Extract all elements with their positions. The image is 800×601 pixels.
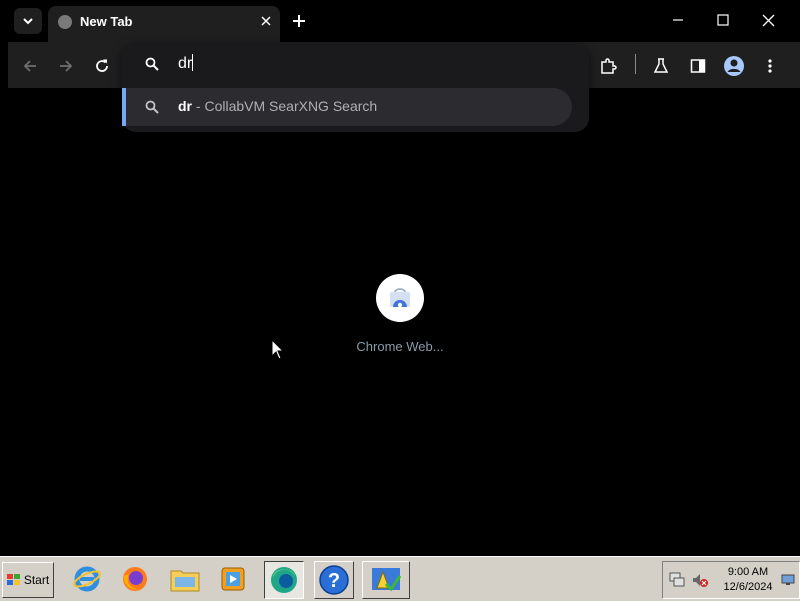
browser-window: New Tab dr dr - CollabVM SearXNG Search … xyxy=(0,0,800,556)
more-vert-icon xyxy=(768,59,772,73)
globe-icon xyxy=(58,15,72,29)
menu-button[interactable] xyxy=(756,52,784,80)
chrome-web-store-icon xyxy=(390,288,410,308)
quick-launch-file-explorer[interactable] xyxy=(166,561,204,597)
side-panel-icon xyxy=(690,59,706,73)
forward-button[interactable] xyxy=(52,52,80,80)
edge-icon xyxy=(271,567,297,593)
shortcut-tile[interactable]: Chrome Web... xyxy=(350,274,450,358)
start-button[interactable]: Start xyxy=(2,562,54,598)
puzzle-icon xyxy=(601,58,617,74)
reload-icon xyxy=(96,59,108,72)
internet-explorer-icon xyxy=(73,566,101,592)
firefox-icon xyxy=(123,567,147,591)
reload-button[interactable] xyxy=(88,52,116,80)
extensions-button[interactable] xyxy=(594,52,622,80)
network-icon[interactable] xyxy=(669,572,687,588)
display-icon[interactable] xyxy=(781,574,795,586)
taskbar: Start ? 9:00 AM 12/6/2024 xyxy=(0,556,800,601)
clock-time: 9:00 AM xyxy=(727,566,769,578)
profile-button[interactable] xyxy=(720,52,748,80)
minimize-button[interactable] xyxy=(656,6,700,34)
shortcut-label: Chrome Web... xyxy=(356,339,444,354)
suggestion-separator: - xyxy=(192,98,205,114)
taskbar-chrome-window[interactable] xyxy=(264,561,304,599)
omnibox-value: dr xyxy=(178,55,193,72)
quick-launch-help[interactable]: ? xyxy=(314,561,354,599)
minimize-icon xyxy=(673,19,683,21)
suggestion-query: dr xyxy=(178,98,192,114)
tab-new-tab[interactable]: New Tab xyxy=(48,6,280,42)
close-icon xyxy=(261,16,271,26)
side-panel-button[interactable] xyxy=(684,52,712,80)
svg-text:?: ? xyxy=(328,570,340,592)
tab-search-button[interactable] xyxy=(14,8,42,34)
start-label: Start xyxy=(23,573,50,587)
quick-launch-firefox[interactable] xyxy=(116,561,154,597)
arrow-right-icon xyxy=(60,60,73,72)
back-button[interactable] xyxy=(16,52,44,80)
clock-date: 12/6/2024 xyxy=(723,581,773,593)
quick-launch-media-player[interactable] xyxy=(214,561,252,597)
maximize-icon xyxy=(717,14,729,26)
close-icon xyxy=(762,14,774,26)
help-icon: ? xyxy=(319,565,349,595)
file-explorer-icon xyxy=(170,570,200,592)
omnibox-suggestion[interactable]: dr - CollabVM SearXNG Search xyxy=(122,88,572,126)
quick-launch-system[interactable] xyxy=(362,561,410,599)
search-icon xyxy=(145,57,159,71)
volume-muted-icon[interactable] xyxy=(691,572,709,588)
quick-launch-internet-explorer[interactable] xyxy=(68,561,106,597)
windows-logo-icon xyxy=(6,574,20,585)
selection-indicator xyxy=(122,88,126,126)
omnibox-input[interactable]: dr xyxy=(178,54,194,73)
system-tray: 9:00 AM 12/6/2024 xyxy=(662,561,800,599)
omnibox[interactable]: dr xyxy=(122,42,589,86)
shortcut-icon-circle xyxy=(376,274,424,322)
tab-close-button[interactable] xyxy=(256,11,276,31)
suggestion-description: CollabVM SearXNG Search xyxy=(204,98,378,114)
labs-button[interactable] xyxy=(647,52,675,80)
mouse-cursor xyxy=(271,339,285,360)
flask-icon xyxy=(653,58,669,73)
chevron-down-icon xyxy=(23,18,33,25)
title-bar: New Tab xyxy=(0,0,800,42)
new-tab-button[interactable] xyxy=(288,10,310,32)
close-window-button[interactable] xyxy=(746,6,790,34)
clock[interactable]: 9:00 AM 12/6/2024 xyxy=(717,565,779,595)
omnibox-popup: dr dr - CollabVM SearXNG Search xyxy=(122,42,589,132)
text-caret xyxy=(192,54,194,71)
toolbar-separator xyxy=(635,54,636,74)
plus-icon xyxy=(293,15,305,27)
search-icon xyxy=(145,100,159,114)
suggestion-text: dr - CollabVM SearXNG Search xyxy=(178,98,377,114)
maximize-button[interactable] xyxy=(701,6,745,34)
avatar-icon xyxy=(724,56,744,76)
tab-title: New Tab xyxy=(80,14,133,29)
system-icon xyxy=(372,568,402,592)
media-player-icon xyxy=(221,567,245,591)
arrow-left-icon xyxy=(23,60,36,72)
